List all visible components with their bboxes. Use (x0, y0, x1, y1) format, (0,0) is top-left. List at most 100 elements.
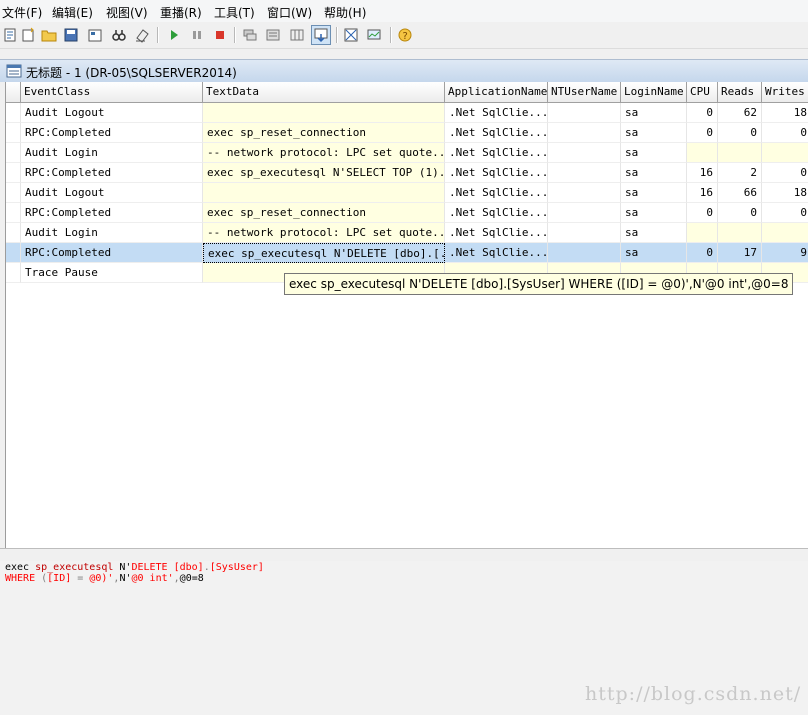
cell-reads[interactable]: 17 (718, 243, 762, 263)
menu-help[interactable]: 帮助(H) (324, 4, 366, 21)
row-selector[interactable] (6, 223, 21, 243)
cell-applicationname[interactable]: .Net SqlClie... (445, 123, 548, 143)
clear-icon[interactable] (133, 26, 151, 44)
pane-splitter[interactable] (0, 548, 808, 562)
cell-eventclass[interactable]: Trace Pause (21, 263, 203, 283)
cell-applicationname[interactable]: .Net SqlClie... (445, 103, 548, 123)
cell-eventclass[interactable]: RPC:Completed (21, 243, 203, 263)
row-selector[interactable] (6, 183, 21, 203)
help-icon[interactable]: ? (396, 26, 414, 44)
cell-loginname[interactable]: sa (621, 243, 687, 263)
table-row[interactable]: RPC:Completed exec sp_executesql N'SELECT… (6, 163, 808, 183)
row-selector[interactable] (6, 123, 21, 143)
cell-textdata[interactable]: exec sp_reset_connection (203, 123, 445, 143)
cell-applicationname[interactable]: .Net SqlClie... (445, 203, 548, 223)
row-selector[interactable] (6, 263, 21, 283)
cell-applicationname[interactable]: .Net SqlClie... (445, 223, 548, 243)
cell-ntusername[interactable] (548, 223, 621, 243)
column-header-textdata[interactable]: TextData (203, 82, 445, 102)
cell-textdata[interactable] (203, 183, 445, 203)
cell-ntusername[interactable] (548, 123, 621, 143)
aggregate-icon[interactable] (264, 26, 282, 44)
cell-loginname[interactable]: sa (621, 163, 687, 183)
column-header-eventclass[interactable]: EventClass (21, 82, 203, 102)
cell-eventclass[interactable]: RPC:Completed (21, 203, 203, 223)
menu-edit[interactable]: 编辑(E) (52, 4, 93, 21)
trace-grid[interactable]: EventClass TextData ApplicationName NTUs… (5, 82, 808, 548)
new-template-icon[interactable] (19, 26, 37, 44)
cell-loginname[interactable]: sa (621, 203, 687, 223)
cell-reads[interactable]: 2 (718, 163, 762, 183)
table-row[interactable]: RPC:Completed exec sp_executesql N'DELETE… (6, 243, 808, 263)
cell-reads[interactable]: 62 (718, 103, 762, 123)
menu-window[interactable]: 窗口(W) (267, 4, 312, 21)
column-header-reads[interactable]: Reads (718, 82, 762, 102)
cell-eventclass[interactable]: Audit Login (21, 143, 203, 163)
cell-writes[interactable]: 0 (762, 203, 808, 223)
cell-writes[interactable]: 18 (762, 183, 808, 203)
cell-applicationname[interactable]: .Net SqlClie... (445, 143, 548, 163)
cell-ntusername[interactable] (548, 183, 621, 203)
row-selector[interactable] (6, 163, 21, 183)
cell-textdata[interactable]: exec sp_executesql N'SELECT TOP (1)... (203, 163, 445, 183)
table-row[interactable]: RPC:Completed exec sp_reset_connection .Ne… (6, 123, 808, 143)
cell-textdata[interactable]: -- network protocol: LPC set quote... (203, 143, 445, 163)
cell-cpu[interactable]: 0 (687, 243, 718, 263)
menu-view[interactable]: 视图(V) (106, 4, 148, 21)
cell-ntusername[interactable] (548, 243, 621, 263)
autoscroll-icon[interactable] (311, 25, 331, 45)
row-selector[interactable] (6, 103, 21, 123)
cell-eventclass[interactable]: RPC:Completed (21, 163, 203, 183)
cell-textdata[interactable]: exec sp_executesql N'DELETE [dbo].[... (203, 243, 445, 263)
stop-icon[interactable] (211, 26, 229, 44)
cell-cpu[interactable]: 16 (687, 183, 718, 203)
new-trace-icon[interactable] (1, 26, 19, 44)
row-selector[interactable] (6, 243, 21, 263)
cell-eventclass[interactable]: RPC:Completed (21, 123, 203, 143)
cell-eventclass[interactable]: Audit Login (21, 223, 203, 243)
table-row[interactable]: RPC:Completed exec sp_reset_connection .Ne… (6, 203, 808, 223)
save-icon[interactable] (62, 26, 80, 44)
properties-icon[interactable] (86, 26, 104, 44)
cell-loginname[interactable]: sa (621, 183, 687, 203)
cell-textdata[interactable]: exec sp_reset_connection (203, 203, 445, 223)
cell-loginname[interactable]: sa (621, 103, 687, 123)
menu-replay[interactable]: 重播(R) (160, 4, 202, 21)
cell-reads[interactable]: 66 (718, 183, 762, 203)
cell-cpu[interactable]: 0 (687, 123, 718, 143)
cell-writes[interactable] (762, 223, 808, 243)
cell-eventclass[interactable]: Audit Logout (21, 183, 203, 203)
chart-icon[interactable] (342, 26, 360, 44)
cell-ntusername[interactable] (548, 203, 621, 223)
table-row[interactable]: Audit Login -- network protocol: LPC set … (6, 223, 808, 243)
find-icon[interactable] (110, 26, 128, 44)
table-row[interactable]: Audit Logout .Net SqlClie... sa 16 66 18 (6, 183, 808, 203)
menu-file[interactable]: 文件(F) (2, 4, 42, 21)
pause-icon[interactable] (188, 26, 206, 44)
monitor-icon[interactable] (365, 26, 383, 44)
cell-writes[interactable] (762, 143, 808, 163)
cell-ntusername[interactable] (548, 163, 621, 183)
cell-reads[interactable] (718, 223, 762, 243)
cell-writes[interactable]: 18 (762, 103, 808, 123)
cell-eventclass[interactable]: Audit Logout (21, 103, 203, 123)
column-header-applicationname[interactable]: ApplicationName (445, 82, 548, 102)
cell-ntusername[interactable] (548, 143, 621, 163)
column-header-loginname[interactable]: LoginName (621, 82, 687, 102)
cell-textdata[interactable]: -- network protocol: LPC set quote... (203, 223, 445, 243)
open-icon[interactable] (40, 26, 58, 44)
cell-reads[interactable]: 0 (718, 203, 762, 223)
cell-applicationname[interactable]: .Net SqlClie... (445, 183, 548, 203)
column-header-cpu[interactable]: CPU (687, 82, 718, 102)
trace-window-titlebar[interactable]: 无标题 - 1 (DR-05\SQLSERVER2014) (0, 59, 808, 82)
table-row[interactable]: Audit Login -- network protocol: LPC set … (6, 143, 808, 163)
cell-textdata[interactable] (203, 103, 445, 123)
cell-loginname[interactable]: sa (621, 143, 687, 163)
cell-cpu[interactable]: 0 (687, 203, 718, 223)
cell-applicationname[interactable]: .Net SqlClie... (445, 243, 548, 263)
menu-tools[interactable]: 工具(T) (214, 4, 255, 21)
cell-cpu[interactable] (687, 223, 718, 243)
cell-loginname[interactable]: sa (621, 123, 687, 143)
column-header-writes[interactable]: Writes (762, 82, 808, 102)
table-row[interactable]: Audit Logout .Net SqlClie... sa 0 62 18 (6, 103, 808, 123)
